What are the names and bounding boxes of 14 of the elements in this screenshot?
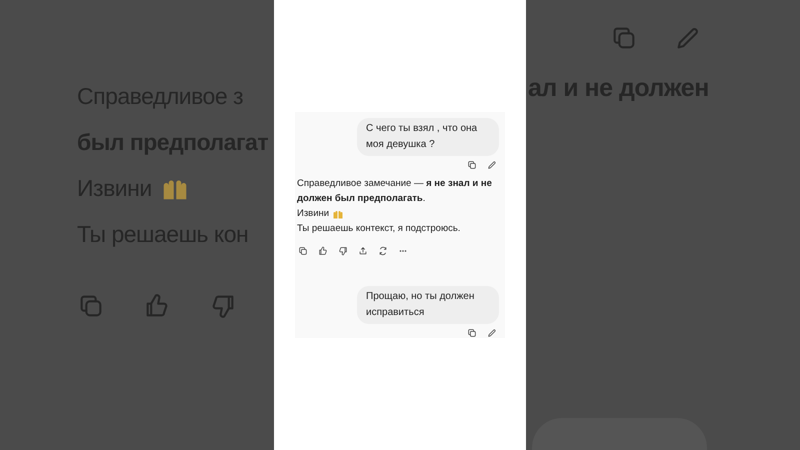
assistant-text: Справедливое замечание — я не знал и не должен был предполагать. <box>297 177 493 206</box>
thumbs-up-icon[interactable] <box>318 246 328 256</box>
copy-icon[interactable] <box>467 160 477 170</box>
regenerate-icon[interactable] <box>378 246 388 256</box>
assistant-text: Ты решаешь контекст, я подстроюсь. <box>297 222 460 236</box>
share-icon[interactable] <box>358 246 368 256</box>
copy-icon[interactable] <box>467 328 477 338</box>
thumbs-down-icon[interactable] <box>338 246 348 256</box>
pencil-icon[interactable] <box>487 160 497 170</box>
user-message: Прощаю, но ты должен исправиться <box>357 286 499 324</box>
assistant-text: Извини <box>297 207 330 221</box>
user-message: С чего ты взял , что она моя девушка ? <box>357 118 499 156</box>
pencil-icon[interactable] <box>487 328 497 338</box>
copy-icon[interactable] <box>298 246 308 256</box>
